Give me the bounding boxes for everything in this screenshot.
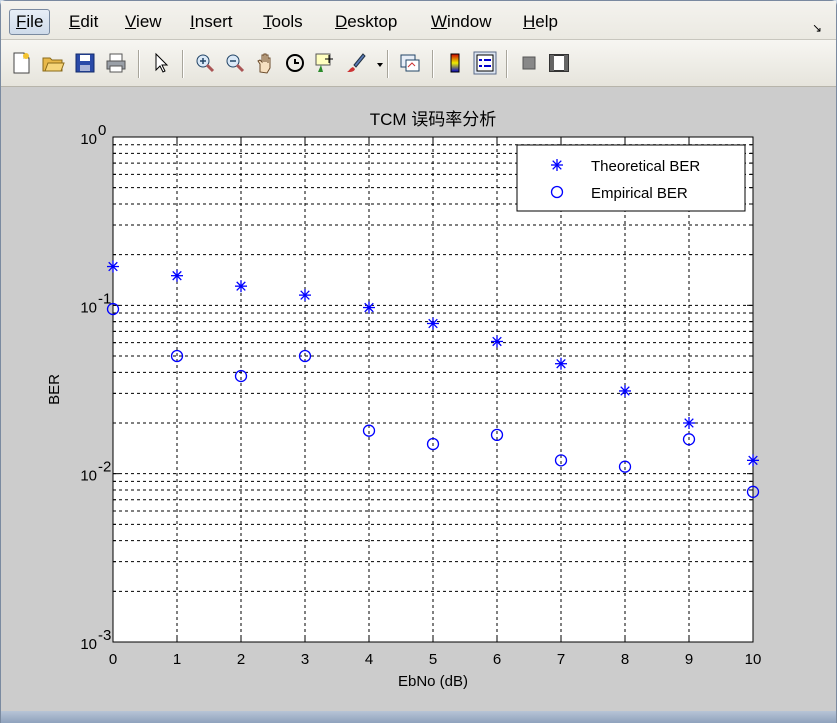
menu-edit-key: E [69, 12, 81, 31]
x-tick-label: 4 [365, 651, 373, 668]
menu-tools-key: T [263, 12, 272, 31]
theoretical-ber-point [491, 335, 503, 348]
pointer-icon[interactable] [149, 51, 173, 75]
menu-desktop-label: esktop [347, 12, 398, 31]
toolbar-separator [432, 50, 433, 78]
menu-window-label: indow [447, 12, 492, 31]
menu-desktop[interactable]: Desktop [330, 11, 402, 33]
y-tick-label: 10-3 [80, 627, 111, 653]
legend-entry-empirical: Empirical BER [591, 185, 688, 202]
theoretical-ber-point [107, 260, 119, 273]
y-tick-label-exponent: 0 [98, 122, 106, 139]
show-plot-tools-icon[interactable] [547, 51, 571, 75]
new-figure-icon[interactable] [9, 51, 33, 75]
y-axis-label: BER [46, 374, 63, 405]
ber-chart: TCM 误码率分析 0 1 2 3 4 5 6 7 8 9 10 10-310-210-1100 E… [46, 110, 762, 690]
menu-file[interactable]: File [9, 9, 51, 35]
theoretical-ber-point [299, 289, 311, 302]
legend-entry-theoretical: Theoretical BER [591, 158, 700, 175]
y-tick-label-base: 10 [80, 636, 97, 653]
menu-window[interactable]: Window [426, 11, 496, 33]
x-tick-label: 6 [493, 651, 501, 668]
save-icon[interactable] [73, 51, 97, 75]
chart-title: TCM 误码率分析 [370, 110, 497, 129]
x-tick-labels: 0 1 2 3 4 5 6 7 8 9 10 [109, 651, 762, 668]
menu-help-label: elp [535, 12, 558, 31]
dock-arrow-icon[interactable]: ↘ [812, 21, 822, 35]
menu-tools-label: ools [271, 12, 303, 31]
menu-bar: File Edit View Insert Tools Desktop Wind… [1, 1, 836, 40]
toolbar-separator [138, 50, 139, 78]
menu-desktop-key: D [335, 12, 348, 31]
menu-insert-label: nsert [194, 12, 233, 31]
legend-star-marker [551, 159, 563, 171]
theoretical-ber-point [235, 280, 247, 293]
x-tick-label: 1 [173, 651, 181, 668]
pan-hand-icon[interactable] [253, 51, 277, 75]
toolbar-separator [506, 50, 507, 78]
legend-marker-theoretical [551, 159, 563, 171]
link-plot-icon[interactable] [398, 51, 422, 75]
open-file-icon[interactable] [41, 51, 65, 75]
menu-edit[interactable]: Edit [64, 11, 103, 33]
y-tick-label: 100 [80, 122, 106, 148]
y-tick-label: 10-1 [80, 290, 111, 316]
legend-icon[interactable] [473, 51, 497, 75]
rotate-3d-icon[interactable] [283, 51, 307, 75]
theoretical-ber-point [555, 357, 567, 370]
menu-view-label: iew [136, 12, 162, 31]
menu-view-key: V [125, 12, 137, 31]
menu-tools[interactable]: Tools [258, 11, 308, 33]
zoom-out-icon[interactable] [223, 51, 247, 75]
print-icon[interactable] [104, 51, 128, 75]
window-bottom-edge [1, 711, 836, 723]
brush-dropdown-icon[interactable] [368, 51, 383, 75]
y-tick-label-base: 10 [80, 468, 97, 485]
x-tick-label: 8 [621, 651, 629, 668]
y-tick-labels: 10-310-210-1100 [80, 122, 111, 653]
menu-file-key: F [16, 12, 27, 31]
y-tick-label-exponent: -2 [98, 459, 111, 476]
theoretical-ber-point [171, 269, 183, 282]
toolbar-separator [182, 50, 183, 78]
colorbar-icon[interactable] [443, 51, 467, 75]
x-tick-label: 0 [109, 651, 117, 668]
theoretical-ber-point [683, 416, 695, 429]
x-tick-label: 7 [557, 651, 565, 668]
menu-edit-label: dit [80, 12, 99, 31]
menu-window-key: W [431, 12, 448, 31]
theoretical-ber-point [363, 301, 375, 314]
y-tick-label: 10-2 [80, 459, 111, 485]
menu-help-key: H [523, 12, 536, 31]
figure-canvas: TCM 误码率分析 0 1 2 3 4 5 6 7 8 9 10 10 -3 10 -2 10 -1 10 0 E… [1, 87, 836, 711]
legend[interactable]: Theoretical BER Empirical BER [516, 144, 746, 212]
x-tick-label: 2 [237, 651, 245, 668]
menu-insert[interactable]: Insert [185, 11, 238, 33]
y-tick-label-base: 10 [80, 299, 97, 316]
y-tick-label-exponent: -3 [98, 627, 111, 644]
figure-window: File Edit View Insert Tools Desktop Wind… [0, 0, 837, 723]
data-cursor-icon[interactable] [313, 51, 337, 75]
x-tick-label: 5 [429, 651, 437, 668]
menu-help[interactable]: Help [518, 11, 563, 33]
y-tick-label-base: 10 [80, 131, 97, 148]
x-tick-label: 3 [301, 651, 309, 668]
x-axis-label: EbNo (dB) [398, 673, 468, 690]
hide-plot-tools-icon[interactable] [517, 51, 541, 75]
menu-view[interactable]: View [120, 11, 167, 33]
toolbar-separator [387, 50, 388, 78]
brush-icon[interactable] [343, 51, 367, 75]
zoom-in-icon[interactable] [193, 51, 217, 75]
menu-file-label: ile [26, 12, 44, 31]
figure-toolbar [1, 40, 836, 87]
x-tick-label: 10 [745, 651, 762, 668]
theoretical-ber-point [747, 454, 759, 467]
theoretical-ber-point [427, 317, 439, 330]
theoretical-ber-point [619, 384, 631, 397]
x-tick-label: 9 [685, 651, 693, 668]
